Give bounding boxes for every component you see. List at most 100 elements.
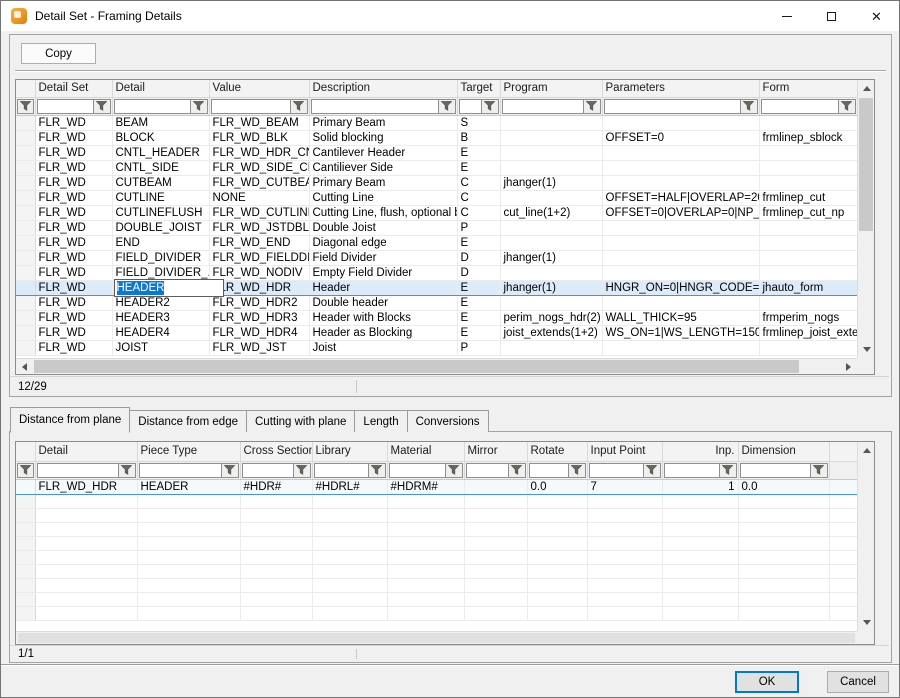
- table-cell[interactable]: [602, 295, 759, 310]
- column-header-mirror[interactable]: Mirror: [464, 442, 527, 461]
- ok-button[interactable]: OK: [735, 671, 799, 693]
- filter-text-area[interactable]: [115, 100, 190, 113]
- row-selector-cell[interactable]: [16, 145, 35, 160]
- table-cell[interactable]: [500, 130, 602, 145]
- table-cell[interactable]: FLR_WD: [35, 340, 112, 355]
- table-cell[interactable]: [759, 115, 857, 130]
- filter-button[interactable]: [481, 100, 498, 113]
- table-cell[interactable]: [602, 340, 759, 355]
- table-cell[interactable]: [500, 265, 602, 280]
- table-cell[interactable]: P: [457, 220, 500, 235]
- table-cell[interactable]: [759, 145, 857, 160]
- table-cell[interactable]: #HDRM#: [387, 479, 464, 494]
- tab-conversions[interactable]: Conversions: [407, 410, 489, 432]
- horizontal-scrollbar[interactable]: [16, 631, 857, 644]
- row-selector-cell[interactable]: [16, 220, 35, 235]
- filter-button[interactable]: [368, 464, 385, 477]
- table-cell[interactable]: FLR_WD_HDR_CN...: [209, 145, 309, 160]
- filter-input[interactable]: [502, 99, 601, 114]
- table-row[interactable]: FLR_WDHEADERFLR_WD_HDRHeaderEjhanger(1)H…: [16, 280, 857, 295]
- column-header-detail[interactable]: Detail: [112, 80, 209, 97]
- table-cell[interactable]: FLR_WD: [35, 145, 112, 160]
- filter-text-area[interactable]: [665, 464, 719, 477]
- table-cell[interactable]: OFFSET=0|OVERLAP=0|NP_ON=...: [602, 205, 759, 220]
- table-row[interactable]: FLR_WDHEADER2FLR_WD_HDR2Double headerE: [16, 295, 857, 310]
- filter-text-area[interactable]: [212, 100, 290, 113]
- row-selector-cell[interactable]: [16, 310, 35, 325]
- filter-input[interactable]: [311, 99, 456, 114]
- row-selector-cell[interactable]: [16, 340, 35, 355]
- table-cell[interactable]: FIELD_DIVIDER: [112, 250, 209, 265]
- table-cell[interactable]: FLR_WD_HDR2: [209, 295, 309, 310]
- filter-input[interactable]: [466, 463, 526, 478]
- table-cell[interactable]: #HDR#: [240, 479, 312, 494]
- filter-input[interactable]: [740, 463, 828, 478]
- table-cell[interactable]: E: [457, 295, 500, 310]
- table-cell[interactable]: FLR_WD: [35, 160, 112, 175]
- table-cell[interactable]: HEADER3: [112, 310, 209, 325]
- table-cell[interactable]: CNTL_SIDE: [112, 160, 209, 175]
- table-cell[interactable]: FLR_WD_HDR4: [209, 325, 309, 340]
- table-row[interactable]: FLR_WDDOUBLE_JOISTFLR_WD_JSTDBLDouble Jo…: [16, 220, 857, 235]
- filter-button[interactable]: [290, 100, 307, 113]
- table-row[interactable]: FLR_WDHEADER4FLR_WD_HDR4Header as Blocki…: [16, 325, 857, 340]
- filter-button[interactable]: [445, 464, 462, 477]
- filter-text-area[interactable]: [741, 464, 810, 477]
- table-cell[interactable]: [500, 235, 602, 250]
- table-cell[interactable]: FLR_WD_BLK: [209, 130, 309, 145]
- table-row[interactable]: FLR_WDCNTL_SIDEFLR_WD_SIDE_CN...Cantilie…: [16, 160, 857, 175]
- table-cell[interactable]: FLR_WD: [35, 130, 112, 145]
- table-cell[interactable]: E: [457, 235, 500, 250]
- table-cell[interactable]: [500, 115, 602, 130]
- row-selector-cell[interactable]: [16, 325, 35, 340]
- table-cell[interactable]: C: [457, 190, 500, 205]
- table-cell[interactable]: frmlinep_joist_extends: [759, 325, 857, 340]
- table-cell[interactable]: [759, 235, 857, 250]
- table-cell[interactable]: frmlinep_cut_np: [759, 205, 857, 220]
- table-cell[interactable]: [759, 160, 857, 175]
- filter-button[interactable]: [643, 464, 660, 477]
- table-cell[interactable]: C: [457, 175, 500, 190]
- table-cell[interactable]: HEADER2: [112, 295, 209, 310]
- table-cell[interactable]: [602, 160, 759, 175]
- filter-input[interactable]: [389, 463, 463, 478]
- table-row[interactable]: FLR_WDCUTBEAMFLR_WD_CUTBEAMPrimary BeamC…: [16, 175, 857, 190]
- column-header-input-point[interactable]: Input Point: [587, 442, 662, 461]
- table-cell[interactable]: 0.0: [738, 479, 829, 494]
- table-cell[interactable]: [759, 250, 857, 265]
- filter-button[interactable]: [17, 99, 34, 114]
- cancel-button[interactable]: Cancel: [827, 671, 889, 693]
- table-cell[interactable]: [500, 160, 602, 175]
- filter-input[interactable]: [37, 99, 111, 114]
- table-cell[interactable]: [500, 145, 602, 160]
- table-cell[interactable]: FLR_WD: [35, 280, 112, 295]
- filter-button[interactable]: [118, 464, 135, 477]
- table-cell[interactable]: Cantiliever Side: [309, 160, 457, 175]
- vertical-scrollbar[interactable]: [857, 442, 874, 631]
- table-cell[interactable]: Field Divider: [309, 250, 457, 265]
- table-cell[interactable]: [500, 220, 602, 235]
- column-header-material[interactable]: Material: [387, 442, 464, 461]
- table-cell[interactable]: Primary Beam: [309, 175, 457, 190]
- filter-text-area[interactable]: [312, 100, 438, 113]
- filter-text-area[interactable]: [530, 464, 568, 477]
- table-cell[interactable]: HEADER4: [112, 325, 209, 340]
- filter-button[interactable]: [293, 464, 310, 477]
- row-selector-cell[interactable]: [16, 295, 35, 310]
- maximize-button[interactable]: [809, 1, 854, 31]
- row-selector-cell[interactable]: [16, 479, 35, 494]
- filter-input[interactable]: [139, 463, 239, 478]
- table-cell[interactable]: [759, 340, 857, 355]
- filter-text-area[interactable]: [140, 464, 221, 477]
- table-cell[interactable]: OFFSET=HALF|OVERLAP=200: [602, 190, 759, 205]
- table-cell[interactable]: 1: [662, 479, 738, 494]
- table-cell[interactable]: FLR_WD_CUTLINE2: [209, 205, 309, 220]
- table-cell[interactable]: perim_nogs_hdr(2): [500, 310, 602, 325]
- row-selector-cell[interactable]: [16, 115, 35, 130]
- filter-button[interactable]: [719, 464, 736, 477]
- title-bar[interactable]: Detail Set - Framing Details ✕: [1, 1, 899, 31]
- table-cell[interactable]: #HDRL#: [312, 479, 387, 494]
- table-cell[interactable]: Diagonal edge: [309, 235, 457, 250]
- filter-text-area[interactable]: [467, 464, 508, 477]
- tab-cutting-with-plane[interactable]: Cutting with plane: [246, 410, 355, 432]
